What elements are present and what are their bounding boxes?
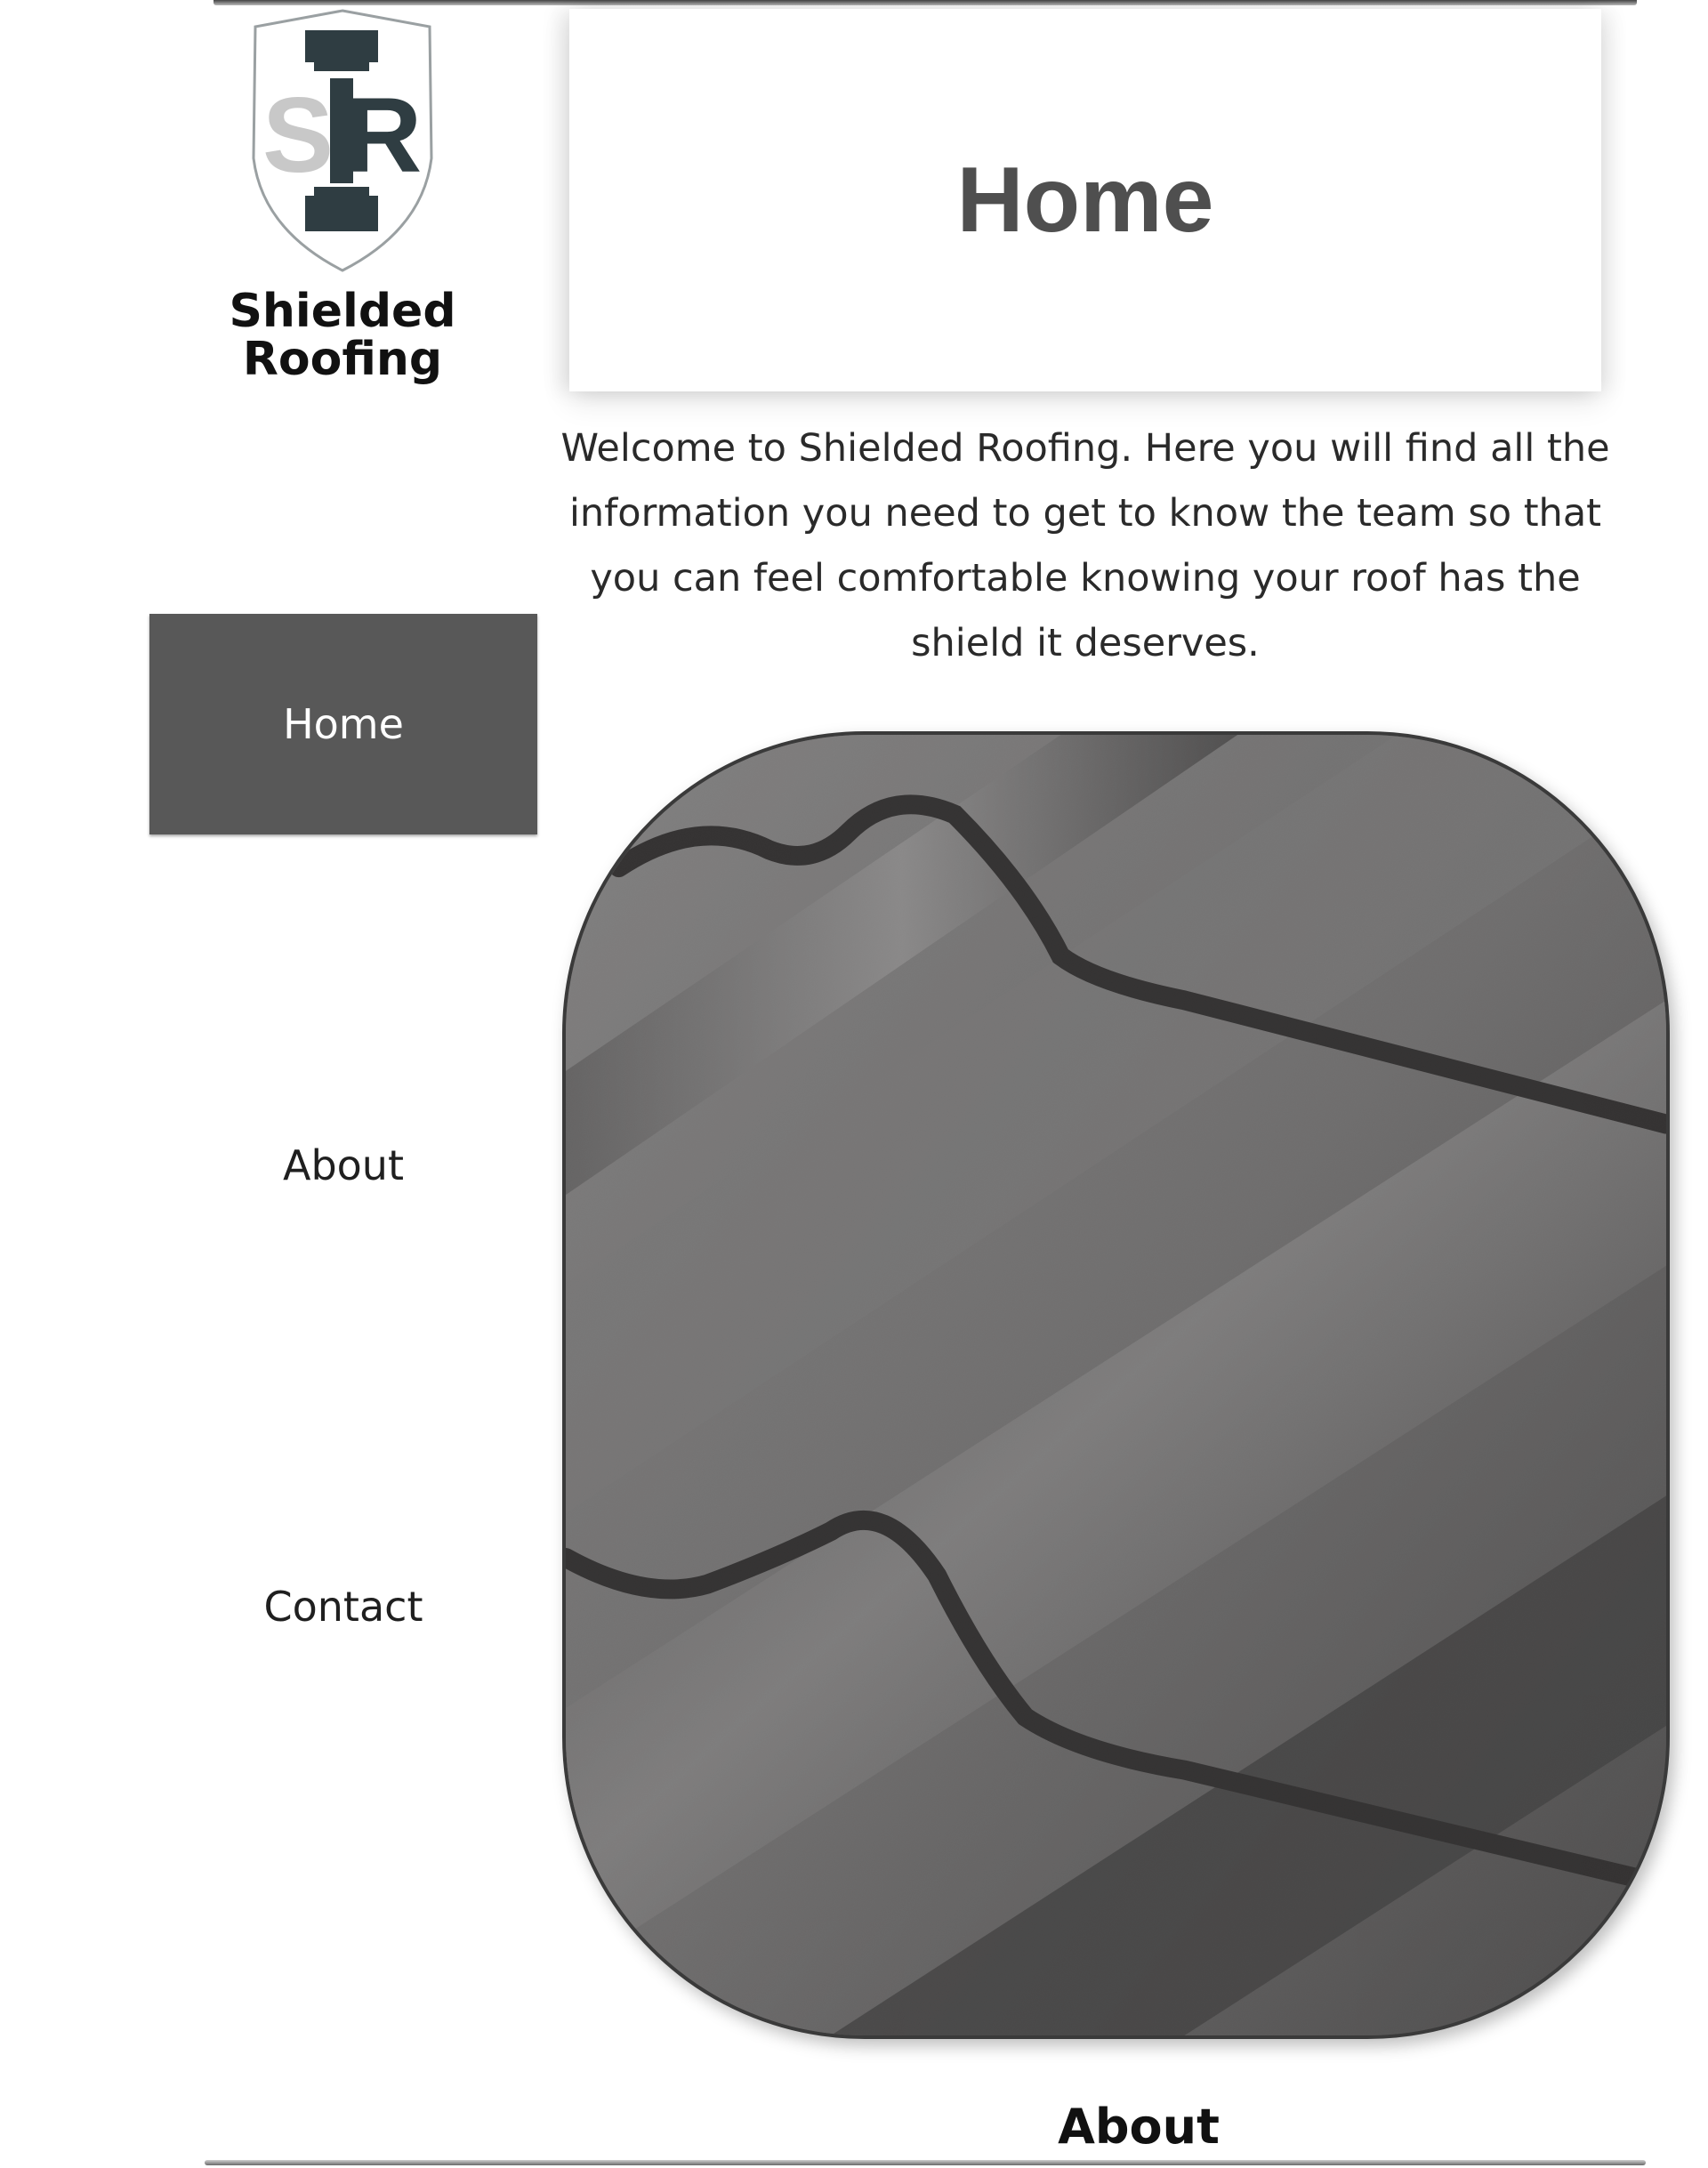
hero-image [562,731,1670,2039]
brand-logo[interactable]: S R Shielded Roofing [200,7,485,399]
sidebar-nav: Home About Contact [149,614,537,1717]
welcome-text: Welcome to Shielded Roofing. Here you wi… [560,426,1610,665]
brand-name-line1: Shielded [229,285,456,338]
nav-item-contact[interactable]: Contact [149,1496,537,1717]
title-card: Home [569,9,1601,391]
logo-letter-r: R [345,76,423,195]
brand-name: Shielded Roofing [200,287,485,383]
shield-logo-icon: S R [252,9,433,272]
page-title: Home [956,149,1214,252]
brand-name-line2: Roofing [242,333,443,386]
bottom-divider [205,2160,1646,2165]
about-section-heading: About [1058,2099,1220,2155]
top-divider [214,0,1637,5]
nav-item-about[interactable]: About [149,1055,537,1276]
roof-tiles-illustration [566,735,1666,2035]
nav-item-home[interactable]: Home [149,614,537,834]
logo-letter-s: S [262,76,334,195]
